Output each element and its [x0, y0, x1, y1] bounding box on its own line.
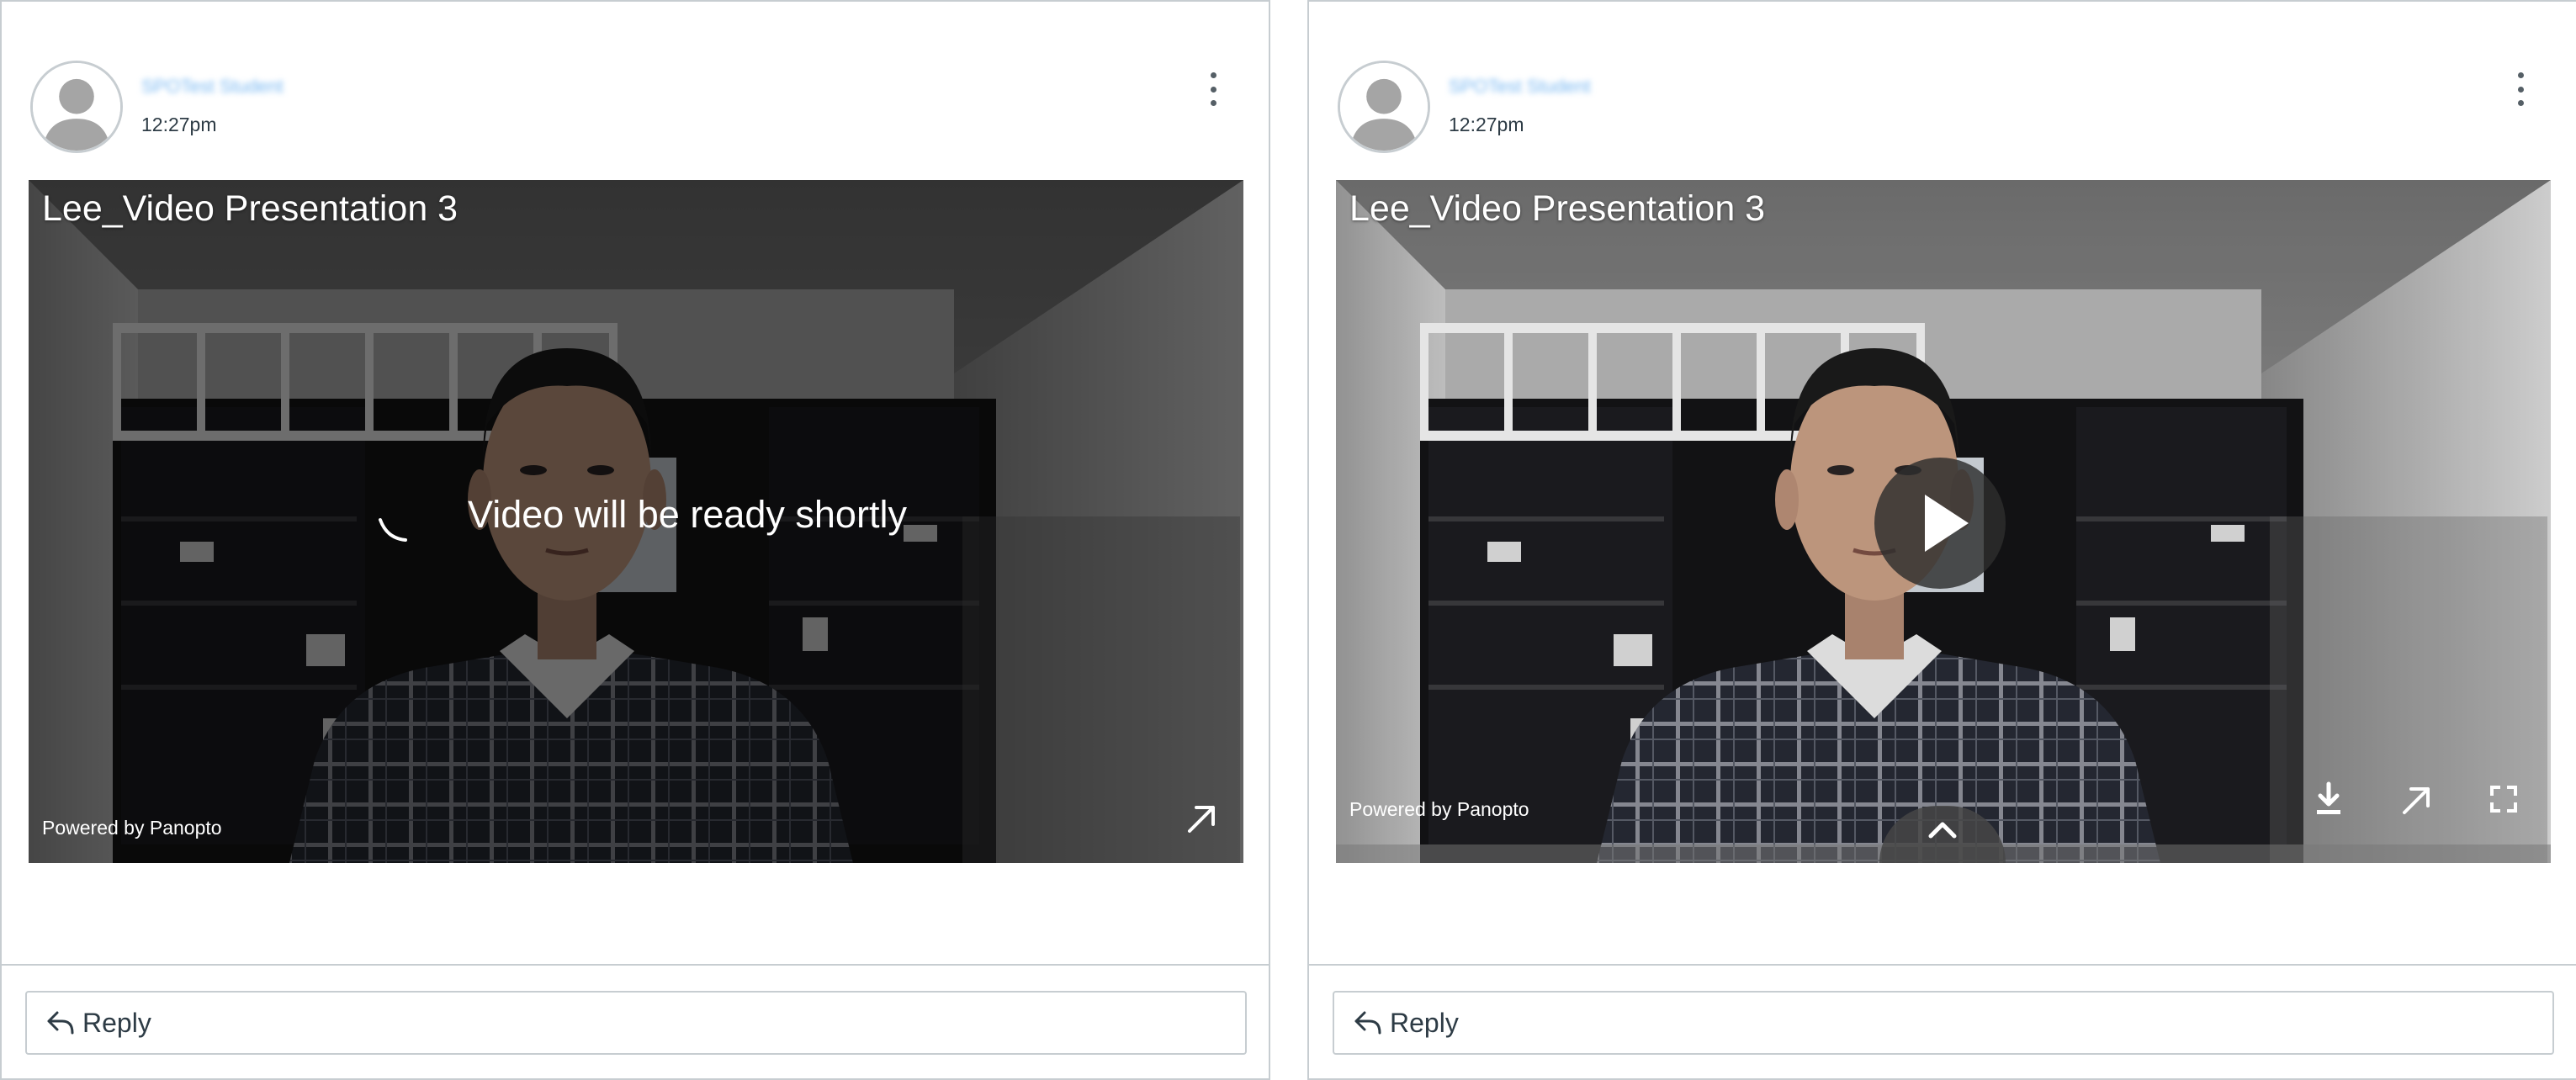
- powered-by-panopto-link[interactable]: Powered by Panopto: [42, 817, 222, 839]
- panopto-video-embed[interactable]: Lee_Video Presentation 3 Powered by Pano…: [1336, 180, 2551, 863]
- reply-button[interactable]: Reply: [1333, 991, 2554, 1055]
- video-status-message: Video will be ready shortly: [468, 493, 907, 536]
- video-title: Lee_Video Presentation 3: [42, 188, 458, 229]
- post-divider: [1309, 964, 2576, 966]
- post-timestamp: 12:27pm: [1449, 114, 1524, 135]
- reply-button-label: Reply: [82, 1007, 151, 1038]
- more-options-vertical-icon[interactable]: [1205, 72, 1222, 106]
- discussion-post-card: SPOTest Student 12:27pm Lee_Video Presen…: [0, 0, 1270, 1080]
- default-user-avatar-icon: [33, 63, 120, 151]
- reply-arrow-icon: [45, 1009, 76, 1036]
- post-timestamp: 12:27pm: [141, 114, 217, 135]
- download-icon[interactable]: [2307, 777, 2351, 821]
- discussion-post-card: SPOTest Student 12:27pm Lee_Video Presen…: [1307, 0, 2576, 1080]
- post-divider: [2, 964, 1269, 966]
- reply-button-label: Reply: [1390, 1007, 1459, 1038]
- open-in-new-window-icon[interactable]: [1179, 796, 1223, 839]
- author-name-link[interactable]: SPOTest Student: [141, 76, 284, 98]
- default-user-avatar-icon: [1340, 63, 1428, 151]
- reply-arrow-icon: [1353, 1009, 1383, 1036]
- open-in-new-window-icon[interactable]: [2394, 777, 2438, 821]
- user-avatar[interactable]: [30, 61, 123, 153]
- play-icon[interactable]: [1874, 458, 2006, 589]
- video-title: Lee_Video Presentation 3: [1349, 188, 1766, 229]
- user-avatar[interactable]: [1338, 61, 1430, 153]
- reply-button[interactable]: Reply: [25, 991, 1247, 1055]
- fullscreen-icon[interactable]: [2482, 777, 2526, 821]
- powered-by-panopto-link[interactable]: Powered by Panopto: [1349, 798, 1529, 821]
- author-name-link[interactable]: SPOTest Student: [1449, 76, 1591, 98]
- more-options-vertical-icon[interactable]: [2512, 72, 2529, 106]
- loading-spinner-icon: [379, 518, 407, 542]
- panopto-video-embed[interactable]: Lee_Video Presentation 3 Video will be r…: [29, 180, 1243, 863]
